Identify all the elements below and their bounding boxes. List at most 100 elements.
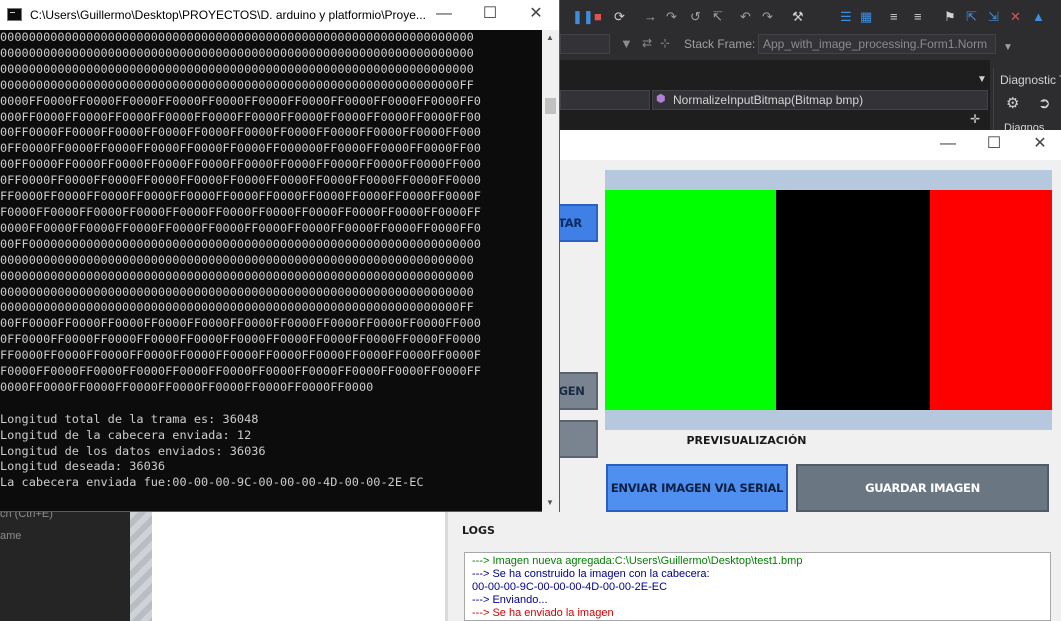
show-next-statement-icon[interactable]: → xyxy=(644,9,657,24)
stop-icon[interactable]: ■ xyxy=(594,9,602,24)
outdent-icon[interactable]: ≡ xyxy=(914,9,922,24)
black-stripe xyxy=(776,190,930,410)
diagnostic-tools-panel: Diagnostic T ⚙ ➲ Diagnos xyxy=(993,68,1061,134)
log-entry: ---> Enviando... xyxy=(472,594,548,606)
method-combo-label: NormalizeInputBitmap(Bitmap bmp) xyxy=(673,93,864,107)
console-window: C:\Users\Guillermo\Desktop\PROYECTOS\D. … xyxy=(0,0,560,512)
scroll-down-icon[interactable]: ▼ xyxy=(546,498,554,507)
prev-bookmark-icon[interactable]: ⇱ xyxy=(966,9,977,25)
restart-icon[interactable]: ⟳ xyxy=(614,9,625,25)
close-icon[interactable]: ✕ xyxy=(1017,130,1061,160)
undo-icon[interactable]: ↶ xyxy=(740,9,751,25)
thread-icon[interactable]: ⇄ xyxy=(642,36,652,50)
method-combo[interactable]: NormalizeInputBitmap(Bitmap bmp) xyxy=(652,90,988,110)
process-combo[interactable] xyxy=(560,34,610,54)
console-line: Longitud de los datos enviados: 36036 xyxy=(0,443,266,458)
console-output[interactable]: 0000000000000000000000000000000000000000… xyxy=(0,30,542,512)
send-serial-button-label: ENVIAR IMAGEN VIA SERIAL xyxy=(610,481,784,495)
green-stripe xyxy=(605,190,776,410)
console-line: 0000000000000000000000000000000000000000… xyxy=(0,300,474,315)
maximize-icon[interactable]: ☐ xyxy=(971,130,1017,160)
console-line: 0000FF0000FF0000FF0000FF0000FF0000FF0000… xyxy=(0,379,374,394)
editor-navigation-area: NormalizeInputBitmap(Bitmap bmp) ⬢ ✛ xyxy=(560,60,990,130)
console-line: 00FF0000FF0000FF0000FF0000FF0000FF0000FF… xyxy=(0,157,481,172)
flag-icon[interactable]: ⊹ xyxy=(660,36,670,50)
console-line: 0000000000000000000000000000000000000000… xyxy=(0,77,474,92)
console-line: 0000000000000000000000000000000000000000… xyxy=(0,252,474,267)
name-column: ame xyxy=(0,530,22,542)
console-line: 00FF000000000000000000000000000000000000… xyxy=(0,236,481,251)
console-close-icon[interactable]: ✕ xyxy=(513,0,559,30)
log-entry: ---> Imagen nueva agregada:C:\Users\Guil… xyxy=(472,555,803,567)
console-title: C:\Users\Guillermo\Desktop\PROYECTOS\D. … xyxy=(30,8,426,22)
console-line: 00FF0000FF0000FF0000FF0000FF0000FF0000FF… xyxy=(0,316,481,331)
console-minimize-icon[interactable]: — xyxy=(421,0,467,30)
stack-frame-label: Stack Frame: xyxy=(684,37,756,51)
indent-icon[interactable]: ≡ xyxy=(890,9,898,24)
console-line: 0000000000000000000000000000000000000000… xyxy=(0,268,474,283)
console-line: F0000FF0000FF0000FF0000FF0000FF0000FF000… xyxy=(0,364,481,379)
filter-icon[interactable]: ▼ xyxy=(620,36,633,51)
console-titlebar: C:\Users\Guillermo\Desktop\PROYECTOS\D. … xyxy=(0,0,559,30)
save-image-button-label: GUARDAR IMAGEN xyxy=(865,481,980,495)
console-line: 00FF0000FF0000FF0000FF0000FF0000FF0000FF… xyxy=(0,125,481,140)
break-all-icon[interactable]: ❚❚ xyxy=(572,9,594,25)
send-serial-button[interactable]: ENVIAR IMAGEN VIA SERIAL xyxy=(606,464,788,512)
console-line: 000FF0000FF0000FF0000FF0000FF0000FF0000F… xyxy=(0,109,481,124)
align-icon[interactable]: ☰ xyxy=(840,9,852,25)
method-icon: ⬢ xyxy=(656,93,666,105)
toolbar-overflow-icon[interactable]: ▼ xyxy=(1003,42,1013,53)
console-scrollbar[interactable]: ▲ ▼ xyxy=(542,30,559,512)
preview-image xyxy=(605,190,1052,410)
stack-frame-combo[interactable]: App_with_image_processing.Form1.Norm xyxy=(758,34,996,54)
console-line: 0000000000000000000000000000000000000000… xyxy=(0,284,474,299)
bookmark-icon[interactable]: ⚑ xyxy=(944,9,956,25)
log-entry: 00-00-00-9C-00-00-00-4D-00-00-2E-EC xyxy=(472,581,668,593)
tools-icon[interactable]: ⚒ xyxy=(792,9,804,25)
debug-location-bar: ▼ ⇄ ⊹ Stack Frame: App_with_image_proces… xyxy=(560,34,1061,56)
split-icon[interactable]: ✛ xyxy=(970,112,980,126)
console-line: 0FF0000FF0000FF0000FF0000FF0000FF0000FF0… xyxy=(0,141,481,156)
scroll-up-icon[interactable]: ▲ xyxy=(546,33,554,42)
diagnostic-tools-title[interactable]: Diagnostic T xyxy=(994,68,1061,87)
preview-picturebox xyxy=(605,170,1052,430)
console-app-icon xyxy=(7,8,22,21)
pin-icon[interactable]: ▲ xyxy=(1032,9,1045,24)
step-over-icon[interactable]: ↺ xyxy=(690,9,701,25)
next-bookmark-icon[interactable]: ⇲ xyxy=(988,9,999,25)
console-line: 0000FF0000FF0000FF0000FF0000FF0000FF0000… xyxy=(0,220,481,235)
console-line: 0000000000000000000000000000000000000000… xyxy=(0,61,474,76)
clear-bookmarks-icon[interactable]: ✕ xyxy=(1010,9,1021,25)
logs-textbox[interactable]: ---> Imagen nueva agregada:C:\Users\Guil… xyxy=(464,552,1051,621)
console-line: 0FF0000FF0000FF0000FF0000FF0000FF0000FF0… xyxy=(0,173,481,188)
settings-gear-icon[interactable]: ⚙ xyxy=(1006,94,1019,112)
console-line: Longitud deseada: 36036 xyxy=(0,459,166,474)
export-icon[interactable]: ➲ xyxy=(1038,94,1051,112)
console-line: 0000FF0000FF0000FF0000FF0000FF0000FF0000… xyxy=(0,93,481,108)
console-line: Longitud total de la trama es: 36048 xyxy=(0,411,259,426)
editor-white-area xyxy=(152,512,445,621)
layout-icon[interactable]: ▦ xyxy=(860,9,872,25)
scroll-thumb[interactable] xyxy=(545,98,556,114)
console-maximize-icon[interactable]: ☐ xyxy=(467,0,513,30)
step-out-icon[interactable]: ↸ xyxy=(712,9,723,25)
red-stripe xyxy=(930,190,1052,410)
save-image-button[interactable]: GUARDAR IMAGEN xyxy=(796,464,1049,512)
log-entry: ---> Se ha construido la imagen con la c… xyxy=(472,568,710,580)
redo-icon[interactable]: ↷ xyxy=(762,9,773,25)
console-line: La cabecera enviada fue:00-00-00-9C-00-0… xyxy=(0,475,424,490)
logs-label: LOGS xyxy=(462,524,495,537)
member-combo-left[interactable] xyxy=(560,90,650,110)
log-entry: ---> Se ha enviado la imagen xyxy=(472,607,614,619)
console-line: 0FF0000FF0000FF0000FF0000FF0000FF0000FF0… xyxy=(0,332,481,347)
console-line: F0000FF0000FF0000FF0000FF0000FF0000FF000… xyxy=(0,204,481,219)
panel-dropdown-icon[interactable]: ▼ xyxy=(977,74,987,85)
console-line: Longitud de la cabecera enviada: 12 xyxy=(0,427,252,442)
minimize-icon[interactable]: — xyxy=(925,130,971,160)
solution-explorer-fragment: ch (Ctrl+E) ame xyxy=(0,508,130,621)
console-line: FF0000FF0000FF0000FF0000FF0000FF0000FF00… xyxy=(0,348,481,363)
console-line: 0000000000000000000000000000000000000000… xyxy=(0,30,474,44)
step-into-icon[interactable]: ↷ xyxy=(666,9,677,25)
preview-label: PREVISUALIZACIÓN xyxy=(686,434,807,447)
